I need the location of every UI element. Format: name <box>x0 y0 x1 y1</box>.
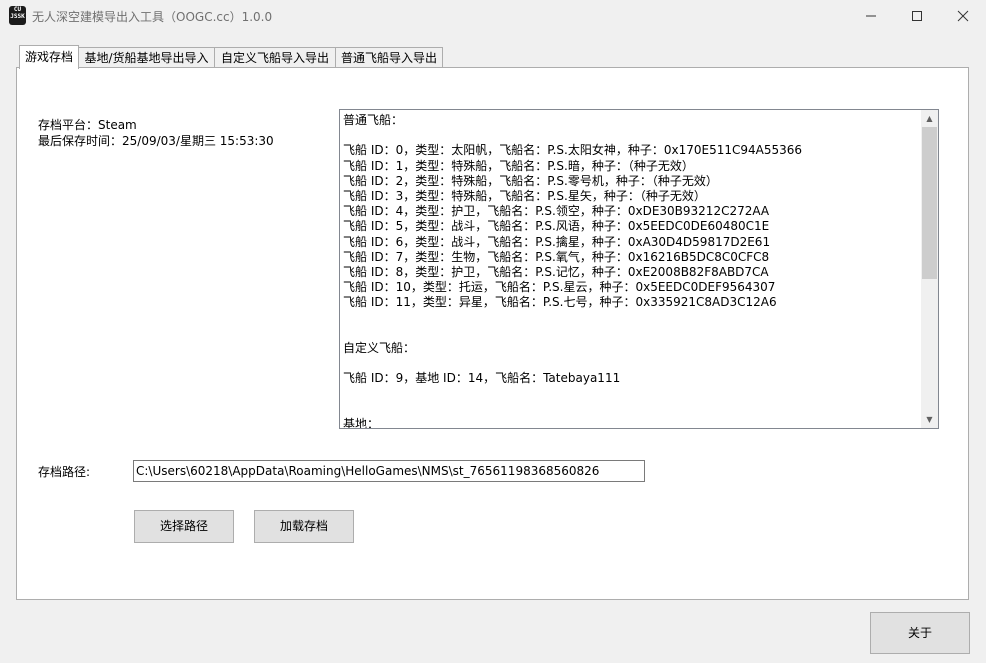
window-title: 无人深空建模导出入工具（OOGC.cc）1.0.0 <box>32 10 273 24</box>
load-save-button[interactable]: 加载存档 <box>254 510 354 543</box>
maximize-icon <box>912 11 922 21</box>
app-icon: CU JSSK <box>9 6 26 25</box>
scroll-down-icon[interactable]: ▼ <box>921 411 938 428</box>
close-icon <box>957 10 969 22</box>
about-button[interactable]: 关于 <box>870 612 970 654</box>
title-bar: CU JSSK 无人深空建模导出入工具（OOGC.cc）1.0.0 <box>0 0 986 32</box>
scroll-thumb[interactable] <box>922 127 937 279</box>
scroll-up-icon[interactable]: ▲ <box>921 110 938 127</box>
tab-base-freighter[interactable]: 基地/货船基地导出导入 <box>78 47 215 68</box>
save-platform: 存档平台：Steam <box>38 118 137 132</box>
vertical-scrollbar[interactable]: ▲ ▼ <box>921 110 938 428</box>
minimize-icon <box>866 15 876 17</box>
choose-path-button[interactable]: 选择路径 <box>134 510 234 543</box>
last-saved-time: 最后保存时间：25/09/03/星期三 15:53:30 <box>38 134 274 148</box>
save-path-label: 存档路径: <box>38 465 91 479</box>
save-path-input[interactable] <box>133 460 645 482</box>
ship-list-text: 普通飞船： 飞船 ID：0，类型：太阳帆，飞船名：P.S.太阳女神，种子：0x1… <box>343 113 803 429</box>
tab-normal-ship[interactable]: 普通飞船导入导出 <box>335 47 443 68</box>
close-button[interactable] <box>940 0 986 32</box>
minimize-button[interactable] <box>848 0 894 32</box>
tab-custom-ship[interactable]: 自定义飞船导入导出 <box>214 47 336 68</box>
tab-game-save[interactable]: 游戏存档 <box>19 45 79 69</box>
maximize-button[interactable] <box>894 0 940 32</box>
ship-list-textarea[interactable]: 普通飞船： 飞船 ID：0，类型：太阳帆，飞船名：P.S.太阳女神，种子：0x1… <box>339 109 939 429</box>
